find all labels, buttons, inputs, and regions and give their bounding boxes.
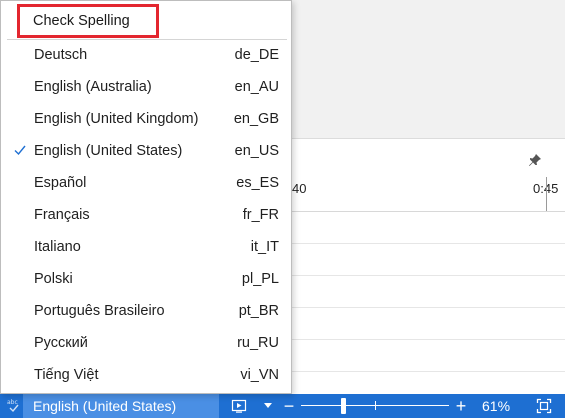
language-code: pt_BR bbox=[238, 303, 279, 319]
view-mode-icon[interactable] bbox=[231, 398, 247, 414]
language-name: Português Brasileiro bbox=[34, 303, 165, 319]
language-code: fr_FR bbox=[242, 207, 279, 223]
language-code: ru_RU bbox=[237, 335, 279, 351]
spell-language-button[interactable]: English (United States) bbox=[23, 394, 219, 418]
zoom-in-button[interactable]: + bbox=[453, 396, 469, 416]
status-bar: abc English (United States) − + 61% bbox=[0, 394, 565, 418]
svg-text:abc: abc bbox=[7, 399, 18, 406]
zoom-out-button[interactable]: − bbox=[282, 396, 296, 416]
language-menu-item-en-us[interactable]: English (United States) en_US bbox=[2, 136, 290, 168]
ruler-label: 40 bbox=[292, 181, 307, 196]
language-menu-item-pl-pl[interactable]: Polski pl_PL bbox=[2, 264, 290, 296]
language-menu-item-de-de[interactable]: Deutsch de_DE bbox=[2, 40, 290, 72]
language-name: English (United Kingdom) bbox=[34, 111, 199, 127]
fit-to-window-icon[interactable] bbox=[536, 398, 552, 414]
language-menu-item-ru-ru[interactable]: Русский ru_RU bbox=[2, 328, 290, 360]
view-mode-dropdown-icon[interactable] bbox=[264, 403, 272, 408]
zoom-slider-thumb[interactable] bbox=[341, 398, 346, 414]
zoom-slider-center-mark bbox=[375, 401, 376, 410]
language-name: Deutsch bbox=[34, 47, 88, 63]
language-menu-item-vi-vn[interactable]: Tiếng Việt vi_VN bbox=[2, 360, 290, 392]
language-name: Polski bbox=[34, 271, 73, 287]
language-code: de_DE bbox=[234, 47, 279, 63]
spell-check-icon[interactable]: abc bbox=[6, 397, 22, 415]
language-name: English (United States) bbox=[34, 143, 183, 159]
language-code: it_IT bbox=[250, 239, 279, 255]
language-name: English (Australia) bbox=[34, 79, 152, 95]
language-name: Tiếng Việt bbox=[34, 367, 99, 383]
language-code: vi_VN bbox=[240, 367, 279, 383]
language-name: Français bbox=[34, 207, 90, 223]
language-code: pl_PL bbox=[241, 271, 279, 287]
check-spelling-menu-item[interactable]: Check Spelling bbox=[17, 4, 159, 38]
checkmark-icon bbox=[14, 144, 26, 156]
language-code: es_ES bbox=[236, 175, 279, 191]
language-code: en_GB bbox=[233, 111, 279, 127]
language-menu-item-pt-br[interactable]: Português Brasileiro pt_BR bbox=[2, 296, 290, 328]
language-name: Русский bbox=[34, 335, 88, 351]
language-menu-item-en-gb[interactable]: English (United Kingdom) en_GB bbox=[2, 104, 290, 136]
zoom-level[interactable]: 61% bbox=[482, 394, 518, 418]
language-code: en_AU bbox=[234, 79, 279, 95]
spell-language-menu: Check Spelling Deutsch de_DE English (Aust… bbox=[0, 0, 292, 394]
language-name: Español bbox=[34, 175, 87, 191]
spell-language-label: English (United States) bbox=[33, 398, 177, 414]
pin-icon[interactable] bbox=[527, 152, 543, 168]
language-code: en_US bbox=[234, 143, 279, 159]
language-menu-item-en-au[interactable]: English (Australia) en_AU bbox=[2, 72, 290, 104]
language-name: Italiano bbox=[34, 239, 81, 255]
ruler-tick bbox=[546, 177, 547, 211]
language-menu-item-fr-fr[interactable]: Français fr_FR bbox=[2, 200, 290, 232]
language-menu-item-es-es[interactable]: Español es_ES bbox=[2, 168, 290, 200]
language-menu-item-it-it[interactable]: Italiano it_IT bbox=[2, 232, 290, 264]
check-spelling-label: Check Spelling bbox=[33, 13, 130, 29]
